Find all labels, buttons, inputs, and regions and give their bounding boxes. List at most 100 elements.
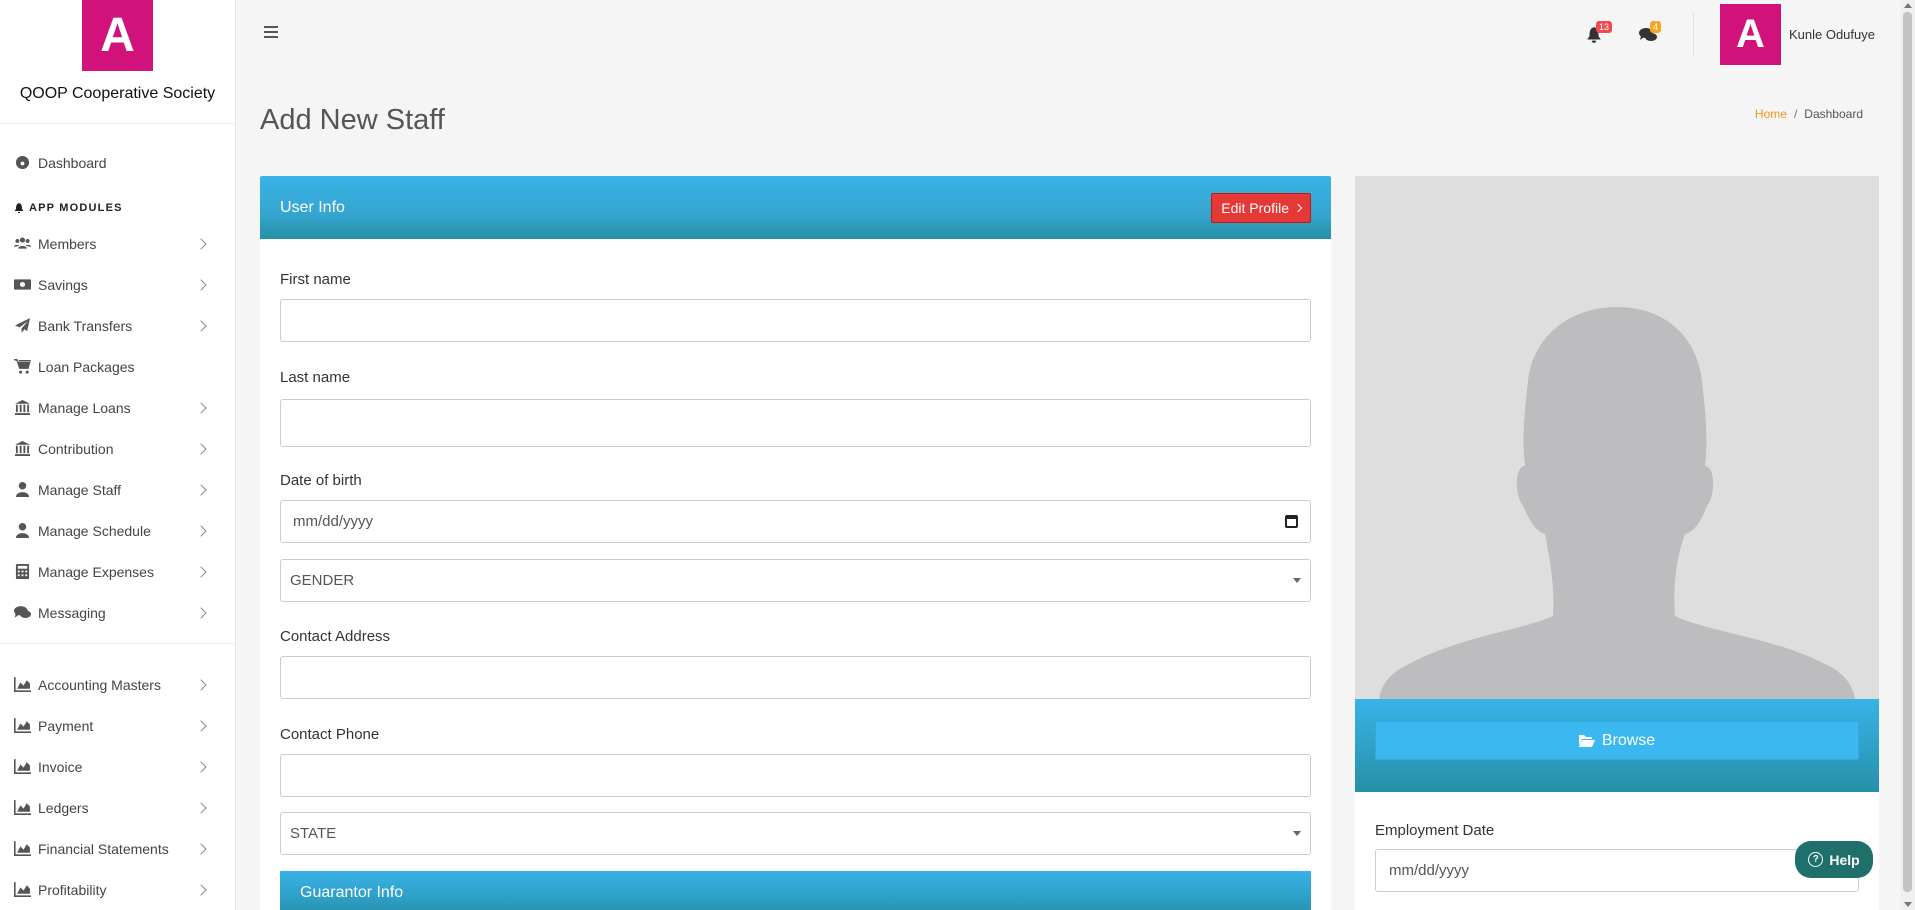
- chart-area-icon: [14, 759, 36, 774]
- topbar: 13 4 A Kunle Odufuye: [236, 0, 1915, 68]
- sidebar-item-label: Manage Expenses: [38, 563, 154, 580]
- sidebar-item-label: Financial Statements: [38, 840, 169, 857]
- profile-photo-placeholder: [1355, 176, 1879, 699]
- employment-date-placeholder: mm/dd/yyyy: [1389, 862, 1470, 879]
- sidebar-item-payment[interactable]: Payment: [0, 705, 235, 746]
- state-select[interactable]: STATE: [280, 812, 1311, 855]
- chevron-right-icon: [195, 401, 207, 414]
- brand: A QOOP Cooperative Society: [0, 0, 235, 124]
- brand-logo[interactable]: A: [82, 0, 153, 71]
- sidebar-item-manage-schedule[interactable]: Manage Schedule: [0, 510, 235, 551]
- sidebar-item-ledgers[interactable]: Ledgers: [0, 787, 235, 828]
- money-icon: [14, 277, 36, 292]
- dob-label: Date of birth: [280, 472, 362, 489]
- user-info-title: User Info: [280, 198, 345, 216]
- users-icon: [14, 236, 36, 251]
- browse-button[interactable]: Browse: [1375, 721, 1859, 760]
- chevron-right-icon: [195, 278, 207, 291]
- sidebar-item-dashboard[interactable]: Dashboard: [0, 142, 235, 183]
- sidebar-item-members[interactable]: Members: [0, 223, 235, 264]
- chart-area-icon: [14, 800, 36, 815]
- page-title: Add New Staff: [260, 104, 445, 136]
- user-name[interactable]: Kunle Odufuye: [1789, 27, 1875, 42]
- sidebar-item-contribution[interactable]: Contribution: [0, 428, 235, 469]
- sidebar-item-accounting-masters[interactable]: Accounting Masters: [0, 664, 235, 705]
- chart-area-icon: [14, 677, 36, 692]
- messages-badge: 4: [1649, 21, 1661, 33]
- dob-placeholder: mm/dd/yyyy: [293, 513, 374, 530]
- sidebar-item-label: Manage Staff: [38, 481, 122, 498]
- chevron-right-icon: [195, 565, 207, 578]
- accounting-list: Accounting Masters Payment Invoice Ledgers F…: [0, 664, 235, 910]
- sidebar-item-label: Invoice: [38, 758, 83, 775]
- address-label: Contact Address: [280, 628, 391, 645]
- sidebar-item-label: Ledgers: [38, 799, 89, 816]
- chevron-right-icon: [195, 842, 207, 855]
- calendar-icon[interactable]: [1285, 515, 1298, 528]
- last-name-label: Last name: [280, 369, 351, 386]
- scrollbar-thumb[interactable]: [1903, 12, 1912, 892]
- sidebar-item-financial-statements[interactable]: Financial Statements: [0, 828, 235, 869]
- sidebar-item-manage-staff[interactable]: Manage Staff: [0, 469, 235, 510]
- notifications-button[interactable]: 13: [1585, 21, 1612, 45]
- user-info-form: First name Last name Date of birth mm/dd…: [260, 271, 1331, 910]
- avatar[interactable]: A: [1719, 3, 1781, 65]
- caret-down-icon: [1293, 831, 1301, 836]
- employment-date-label: Employment Date: [1375, 822, 1495, 839]
- section-app-modules: APP MODULES: [0, 193, 235, 223]
- sidebar-item-manage-expenses[interactable]: Manage Expenses: [0, 551, 235, 592]
- chevron-right-icon: [195, 442, 207, 455]
- sidebar-item-label: Accounting Masters: [38, 676, 161, 693]
- phone-input[interactable]: [280, 754, 1311, 797]
- breadcrumb-home[interactable]: Home: [1755, 107, 1787, 121]
- modules-list: Members Savings Bank Transfers Loan Package…: [0, 223, 235, 633]
- edit-profile-button[interactable]: Edit Profile: [1211, 192, 1311, 223]
- sidebar-item-bank-transfers[interactable]: Bank Transfers: [0, 305, 235, 346]
- breadcrumb-current: Dashboard: [1804, 107, 1863, 121]
- bank-icon: [14, 441, 36, 456]
- browse-area: Browse: [1355, 699, 1879, 792]
- sidebar-item-label: Members: [38, 235, 97, 252]
- sidebar-item-invoice[interactable]: Invoice: [0, 746, 235, 787]
- last-name-input[interactable]: [280, 399, 1311, 447]
- address-input[interactable]: [280, 656, 1311, 699]
- cart-icon: [14, 359, 36, 374]
- sidebar-item-label: Loan Packages: [38, 358, 135, 375]
- sidebar-item-label: Savings: [38, 276, 88, 293]
- chart-area-icon: [14, 841, 36, 856]
- sidebar-item-profitability[interactable]: Profitability: [0, 869, 235, 910]
- sidebar-item-label: Messaging: [38, 604, 106, 621]
- scroll-down-icon[interactable]: [1904, 902, 1912, 907]
- browse-label: Browse: [1601, 731, 1656, 749]
- dob-input[interactable]: mm/dd/yyyy: [280, 500, 1311, 543]
- sidebar-item-label: Manage Schedule: [38, 522, 151, 539]
- first-name-input[interactable]: [280, 299, 1311, 342]
- photo-panel: Browse Employment Date mm/dd/yyyy: [1355, 176, 1879, 910]
- sidebar-item-label: Payment: [38, 717, 94, 734]
- chevron-right-icon: [1293, 203, 1303, 212]
- sidebar-item-loan-packages[interactable]: Loan Packages: [0, 346, 235, 387]
- help-button[interactable]: ? Help: [1795, 841, 1873, 878]
- divider: [1692, 12, 1694, 56]
- hamburger-menu-icon[interactable]: [264, 26, 278, 38]
- chevron-right-icon: [195, 678, 207, 691]
- scrollbar[interactable]: [1900, 0, 1915, 910]
- messages-button[interactable]: 4: [1638, 21, 1661, 45]
- state-value: STATE: [290, 825, 337, 842]
- section-title: APP MODULES: [29, 202, 123, 214]
- sidebar: A QOOP Cooperative Society Dashboard APP…: [0, 0, 236, 910]
- scroll-up-icon[interactable]: [1904, 3, 1912, 8]
- chevron-right-icon: [195, 606, 207, 619]
- gender-select[interactable]: GENDER: [280, 559, 1311, 602]
- sidebar-item-savings[interactable]: Savings: [0, 264, 235, 305]
- question-icon: ?: [1808, 852, 1824, 867]
- sidebar-item-label: Dashboard: [38, 154, 107, 171]
- chevron-right-icon: [195, 719, 207, 732]
- breadcrumb: Home / Dashboard: [1754, 107, 1863, 121]
- employment-date-input[interactable]: mm/dd/yyyy: [1375, 849, 1859, 892]
- notifications-badge: 13: [1595, 21, 1612, 33]
- divider: [0, 643, 235, 644]
- sidebar-item-label: Contribution: [38, 440, 114, 457]
- sidebar-item-manage-loans[interactable]: Manage Loans: [0, 387, 235, 428]
- sidebar-item-messaging[interactable]: Messaging: [0, 592, 235, 633]
